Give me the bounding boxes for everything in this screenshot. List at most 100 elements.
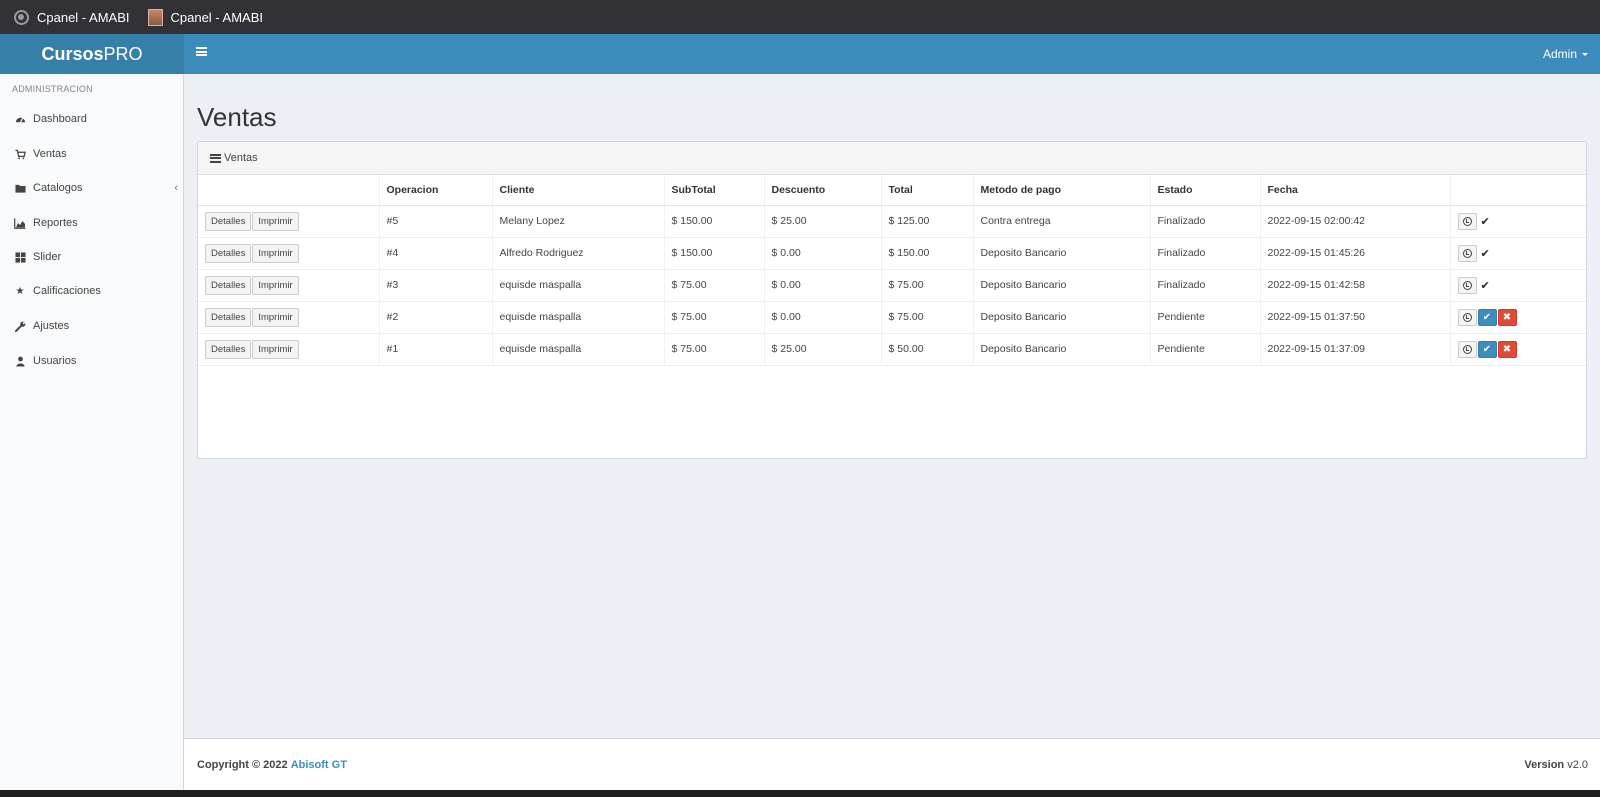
browser-tab-1[interactable]: Cpanel - AMABI [14,9,130,25]
cell-client: equisde maspalla [491,301,664,334]
row-buttons-cell: Detalles Imprimir [198,237,379,270]
sidebar-item-label: Dashboard [33,113,87,125]
sidebar-item-catalogos[interactable]: Catalogos ‹ [0,171,184,205]
grid-icon [14,251,26,263]
cart-icon [14,148,26,160]
cell-subtotal: $ 75.00 [663,333,764,366]
version-label: Version [1524,758,1565,771]
print-button[interactable]: Imprimir [252,339,299,359]
print-button[interactable]: Imprimir [252,307,299,327]
area-chart-icon [14,217,26,229]
box-title: Ventas [224,152,258,164]
sidebar-item-ventas[interactable]: Ventas [0,137,184,171]
cell-client: Alfredo Rodriguez [491,237,664,270]
column-header [198,175,379,206]
table-row: Detalles Imprimir #4 Alfredo Rodriguez $ … [198,237,1586,270]
details-button[interactable]: Detalles [205,243,252,263]
print-button[interactable]: Imprimir [252,243,299,263]
browser-tab-2[interactable]: Cpanel - AMABI [147,8,263,26]
column-header: Cliente [491,175,664,206]
history-button[interactable] [1457,212,1477,230]
history-button[interactable] [1457,244,1477,262]
cell-date: 2022-09-15 02:00:42 [1259,205,1450,238]
details-button[interactable]: Detalles [205,339,252,359]
row-buttons-cell: Detalles Imprimir [198,333,379,366]
main-footer: Copyright © 2022 Abisoft GT Version v2.0 [184,738,1600,790]
dashboard-icon [14,113,26,125]
column-header: Estado [1149,175,1260,206]
favicon-image [147,8,163,26]
column-header [1449,175,1586,206]
column-header: Total [880,175,973,206]
cancel-button[interactable]: ✖ [1497,308,1517,326]
cell-operation: #5 [378,205,492,238]
details-button[interactable]: Detalles [205,307,252,327]
table-row: Detalles Imprimir #1 equisde maspalla $ 7… [198,333,1586,366]
chevron-left-icon[interactable]: ‹ [174,182,178,194]
column-header: Fecha [1259,175,1450,206]
history-button[interactable] [1457,276,1477,294]
folder-icon [14,182,26,194]
cell-payment-method: Deposito Bancario [972,333,1150,366]
sidebar-item-ajustes[interactable]: Ajustes [0,309,184,343]
history-button[interactable] [1457,308,1477,326]
check-icon: ✔ [1482,311,1492,323]
user-name: Admin [1542,47,1577,61]
cell-discount: $ 0.00 [763,269,881,302]
sidebar-item-slider[interactable]: Slider [0,240,184,274]
approve-button[interactable]: ✔ [1477,308,1497,326]
user-menu[interactable]: Admin [1543,34,1588,74]
footer-copyright: Copyright © 2022 Abisoft GT [197,759,347,771]
column-header: Descuento [763,175,881,206]
cell-payment-method: Deposito Bancario [972,269,1150,302]
cancel-button[interactable]: ✖ [1497,340,1517,358]
cell-date: 2022-09-15 01:37:09 [1259,333,1450,366]
cell-subtotal: $ 75.00 [663,301,764,334]
sidebar-section-label: ADMINISTRACION [12,84,93,94]
print-button[interactable]: Imprimir [252,275,299,295]
box-header: Ventas [198,142,1586,175]
row-actions-cell: ✔ ✖ [1449,333,1586,366]
version-number: v2.0 [1567,758,1588,771]
table-row: Detalles Imprimir #3 equisde maspalla $ 7… [198,269,1586,302]
sidebar-item-calificaciones[interactable]: ★ Calificaciones [0,274,184,308]
sidebar-toggle-icon[interactable] [196,47,207,56]
cell-status: Pendiente [1149,301,1260,334]
content-wrapper: Ventas Ventas Operacion Cliente SubTotal… [184,74,1600,738]
cell-client: Melany Lopez [491,205,664,238]
row-actions-cell: ✔ [1449,269,1586,302]
print-button[interactable]: Imprimir [252,211,299,231]
table-row: Detalles Imprimir #2 equisde maspalla $ 7… [198,301,1586,334]
row-actions-cell: ✔ [1449,205,1586,238]
approve-button[interactable]: ✔ [1477,340,1497,358]
cell-subtotal: $ 75.00 [663,269,764,302]
sidebar-item-reportes[interactable]: Reportes [0,206,184,240]
details-button[interactable]: Detalles [205,211,252,231]
bottom-strip [0,790,1600,797]
cell-subtotal: $ 150.00 [663,237,764,270]
logo[interactable]: Cursos PRO [0,34,184,74]
column-header: Operacion [378,175,492,206]
cell-date: 2022-09-15 01:42:58 [1259,269,1450,302]
clock-icon [1462,216,1472,226]
globe-icon [14,9,29,25]
cell-status: Finalizado [1149,237,1260,270]
cell-total: $ 75.00 [880,269,973,302]
sidebar-item-dashboard[interactable]: Dashboard [0,102,184,136]
cell-subtotal: $ 150.00 [663,205,764,238]
cell-payment-method: Contra entrega [972,205,1150,238]
row-buttons-cell: Detalles Imprimir [198,301,379,334]
page-title: Ventas [197,102,277,132]
cell-status: Finalizado [1149,205,1260,238]
caret-down-icon [1582,52,1588,56]
sidebar-item-usuarios[interactable]: Usuarios [0,344,184,378]
company-link[interactable]: Abisoft GT [291,759,347,771]
clock-icon [1462,344,1472,354]
details-button[interactable]: Detalles [205,275,252,295]
cell-total: $ 125.00 [880,205,973,238]
cell-date: 2022-09-15 01:37:50 [1259,301,1450,334]
cell-total: $ 50.00 [880,333,973,366]
list-icon [210,153,221,163]
cell-client: equisde maspalla [491,269,664,302]
history-button[interactable] [1457,340,1477,358]
